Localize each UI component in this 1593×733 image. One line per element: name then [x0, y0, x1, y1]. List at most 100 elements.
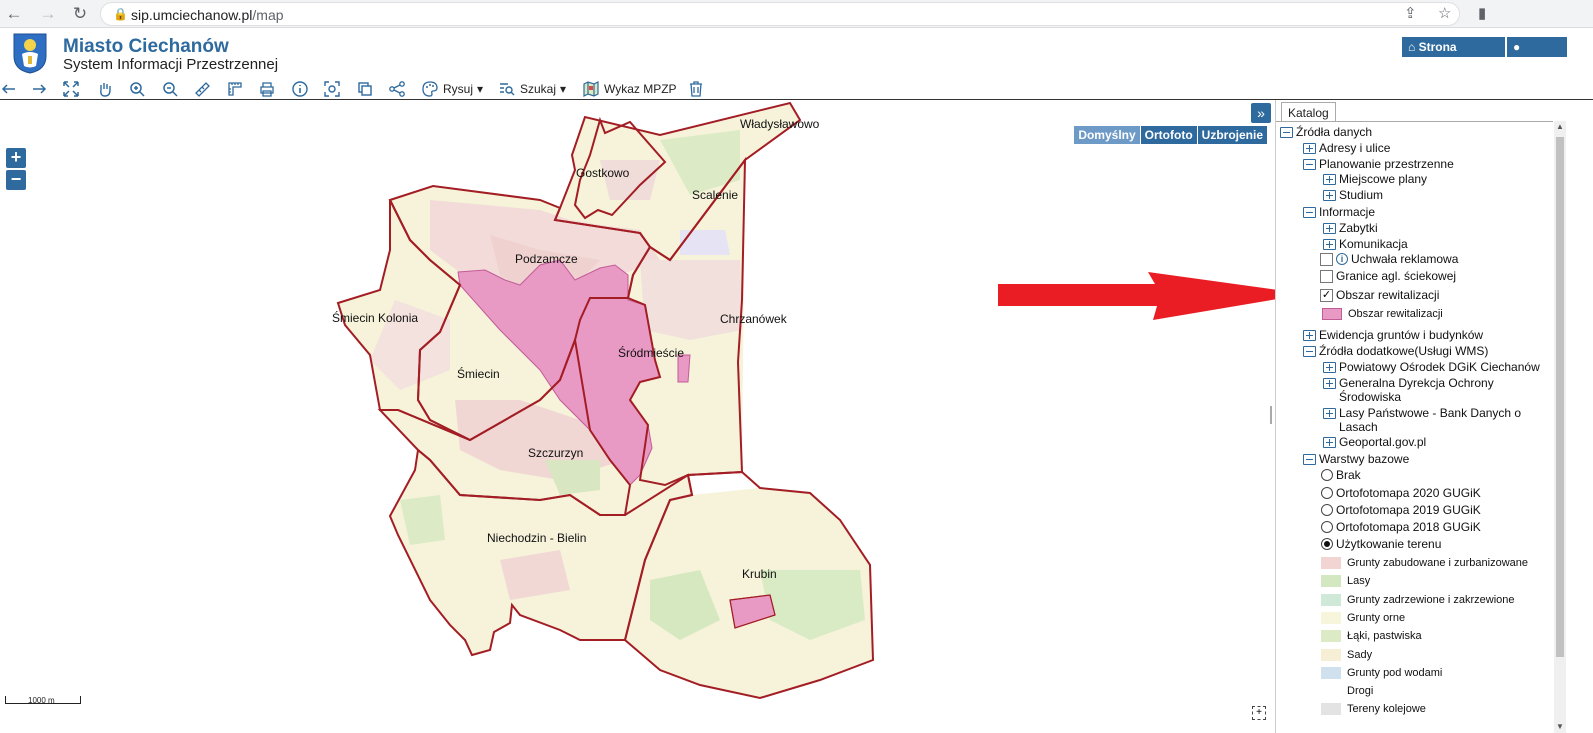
- area-measure-button[interactable]: [226, 79, 244, 99]
- scroll-thumb[interactable]: [1556, 137, 1564, 657]
- legend-swatch: [1321, 648, 1341, 661]
- zoom-in-button[interactable]: +: [6, 148, 26, 168]
- expand-icon: [63, 81, 79, 97]
- red-arrow-annotation: [998, 272, 1307, 320]
- checkbox-unchecked[interactable]: [1320, 269, 1333, 283]
- basemap-utilities-button[interactable]: Uzbrojenie: [1196, 126, 1267, 144]
- sidepanel-icon[interactable]: ▮: [1478, 4, 1486, 22]
- tree-node-addresses[interactable]: Adresy i ulice: [1303, 141, 1390, 155]
- arrow-right-icon: [33, 84, 47, 94]
- base-layer-ortho-2019[interactable]: Ortofotomapa 2019 GUGiK: [1321, 503, 1481, 517]
- zoom-out-tool-button[interactable]: [161, 79, 179, 99]
- scroll-down-icon[interactable]: ▼: [1554, 721, 1566, 733]
- info-tool-button[interactable]: [291, 79, 309, 99]
- map-canvas[interactable]: Władysławowo Gostkowo Scalenie Podzamcze…: [0, 100, 1275, 733]
- zoom-out-icon: [163, 82, 178, 97]
- basemap-ortho-button[interactable]: Ortofoto: [1139, 126, 1197, 144]
- legend-label: Grunty zabudowane i zurbanizowane: [1347, 557, 1529, 569]
- zoom-in-tool-button[interactable]: [128, 79, 146, 99]
- layer-revitalization-area[interactable]: ✓ Obszar rewitalizacji: [1320, 288, 1439, 302]
- home-button[interactable]: ⌂ Strona Główna: [1402, 37, 1505, 74]
- checkbox-unchecked[interactable]: [1320, 252, 1333, 266]
- place-label-gostkowo: Gostkowo: [576, 166, 630, 180]
- overview-toggle-icon[interactable]: +: [1252, 706, 1266, 720]
- collapse-panel-button[interactable]: »: [1251, 103, 1271, 123]
- tree-node-county-dgik[interactable]: Powiatowy Ośrodek DGiK Ciechanów: [1323, 360, 1540, 374]
- map-layer: Władysławowo Gostkowo Scalenie Podzamcze…: [332, 101, 875, 700]
- tab-catalog[interactable]: Katalog: [1281, 102, 1336, 122]
- radio-unselected[interactable]: [1321, 504, 1333, 516]
- place-label-scalenie: Scalenie: [692, 188, 738, 202]
- base-layer-ortho-2020[interactable]: Ortofotomapa 2020 GUGiK: [1321, 486, 1481, 500]
- caret-down-icon: ▾: [560, 82, 567, 96]
- app-subtitle: System Informacji Przestrzennej: [63, 56, 279, 73]
- folder-closed-icon: [1303, 142, 1316, 154]
- tree-node-wms-sources[interactable]: Źródła dodatkowe(Usługi WMS): [1303, 344, 1488, 358]
- select-tool-button[interactable]: [323, 79, 341, 99]
- app-header: Miasto Ciechanów System Informacji Przes…: [0, 28, 1593, 78]
- bookmark-star-icon[interactable]: ☆: [1438, 4, 1451, 22]
- tree-node-study[interactable]: Studium: [1323, 188, 1383, 202]
- full-extent-button[interactable]: [62, 79, 80, 99]
- login-button[interactable]: ● Zaloguj: [1507, 37, 1567, 74]
- base-layer-ortho-2018[interactable]: Ortofotomapa 2018 GUGiK: [1321, 520, 1481, 534]
- scroll-up-icon[interactable]: ▲: [1554, 121, 1566, 133]
- tree-node-gdos[interactable]: Generalna Dyrekcja Ochrony: [1323, 376, 1494, 390]
- folder-closed-icon: [1323, 361, 1336, 373]
- tree-node-forests[interactable]: Lasy Państwowe - Bank Danych o: [1323, 406, 1521, 420]
- panel-splitter[interactable]: [1270, 406, 1272, 424]
- base-layer-land-use[interactable]: Użytkowanie terenu: [1321, 537, 1441, 551]
- tree-node-geoportal[interactable]: Geoportal.gov.pl: [1323, 435, 1426, 449]
- share-nodes-icon: [389, 81, 405, 97]
- legend-swatch: [1321, 630, 1341, 643]
- folder-closed-icon: [1323, 173, 1336, 185]
- tree-node-transport[interactable]: Komunikacja: [1323, 237, 1408, 251]
- tree-node-local-plans[interactable]: Miejscowe plany: [1323, 172, 1427, 186]
- info-icon[interactable]: i: [1336, 253, 1348, 265]
- hand-icon: [100, 83, 111, 97]
- layer-advertising-resolution[interactable]: i Uchwała reklamowa: [1320, 252, 1458, 266]
- place-label-krubin: Krubin: [742, 567, 777, 581]
- forward-icon[interactable]: →: [38, 4, 58, 24]
- mpzp-list-button[interactable]: Wykaz MPZP: [582, 79, 677, 99]
- home-icon: ⌂: [1408, 40, 1416, 54]
- legend-swatch: [1321, 703, 1341, 716]
- legend-label: Grunty orne: [1347, 611, 1406, 624]
- search-dropdown[interactable]: Szukaj ▾: [498, 79, 566, 99]
- tree-node-planning[interactable]: Planowanie przestrzenne: [1303, 157, 1454, 171]
- base-layer-none[interactable]: Brak: [1321, 468, 1361, 482]
- legend-item: Grunty zadrzewione i zakrzewione: [1321, 593, 1515, 606]
- address-bar[interactable]: 🔒 sip.umciechanow.pl/map: [100, 2, 1460, 26]
- back-icon[interactable]: ←: [4, 4, 24, 24]
- tree-node-monuments[interactable]: Zabytki: [1323, 221, 1378, 235]
- copy-button[interactable]: [356, 79, 374, 99]
- radio-unselected[interactable]: [1321, 521, 1333, 533]
- share-icon[interactable]: ⇪: [1404, 4, 1417, 22]
- reload-icon[interactable]: ↻: [70, 4, 90, 24]
- back-tool-button[interactable]: [0, 79, 18, 99]
- panel-scrollbar[interactable]: ▲ ▼: [1554, 121, 1566, 733]
- measure-button[interactable]: [193, 79, 211, 99]
- forward-tool-button[interactable]: [30, 79, 48, 99]
- radio-unselected[interactable]: [1321, 487, 1333, 499]
- checkbox-checked[interactable]: ✓: [1320, 288, 1333, 302]
- radio-unselected[interactable]: [1321, 469, 1333, 481]
- radio-selected[interactable]: [1321, 538, 1333, 550]
- folder-open-icon: [1280, 126, 1293, 138]
- print-button[interactable]: [258, 79, 276, 99]
- share-map-button[interactable]: [388, 79, 406, 99]
- legend-item: Lasy: [1321, 575, 1370, 588]
- folder-open-icon: [1303, 453, 1316, 465]
- zoom-out-button[interactable]: −: [6, 170, 26, 190]
- legend-item: Łąki, pastwiska: [1321, 630, 1422, 643]
- clear-button[interactable]: [687, 79, 705, 99]
- basemap-default-button[interactable]: Domyślny: [1073, 126, 1140, 144]
- layer-tree: Źródła danych Adresy i ulice Planowanie …: [1276, 121, 1553, 733]
- layer-sewage-agglomeration[interactable]: Granice agl. ściekowej: [1320, 269, 1456, 283]
- tree-node-data-sources[interactable]: Źródła danych: [1280, 125, 1372, 139]
- pan-button[interactable]: [96, 79, 114, 99]
- tree-node-cadastre[interactable]: Ewidencja gruntów i budynków: [1303, 328, 1483, 342]
- tree-node-base-layers[interactable]: Warstwy bazowe: [1303, 452, 1409, 466]
- tree-node-information[interactable]: Informacje: [1303, 205, 1375, 219]
- draw-dropdown[interactable]: Rysuj ▾: [421, 79, 483, 99]
